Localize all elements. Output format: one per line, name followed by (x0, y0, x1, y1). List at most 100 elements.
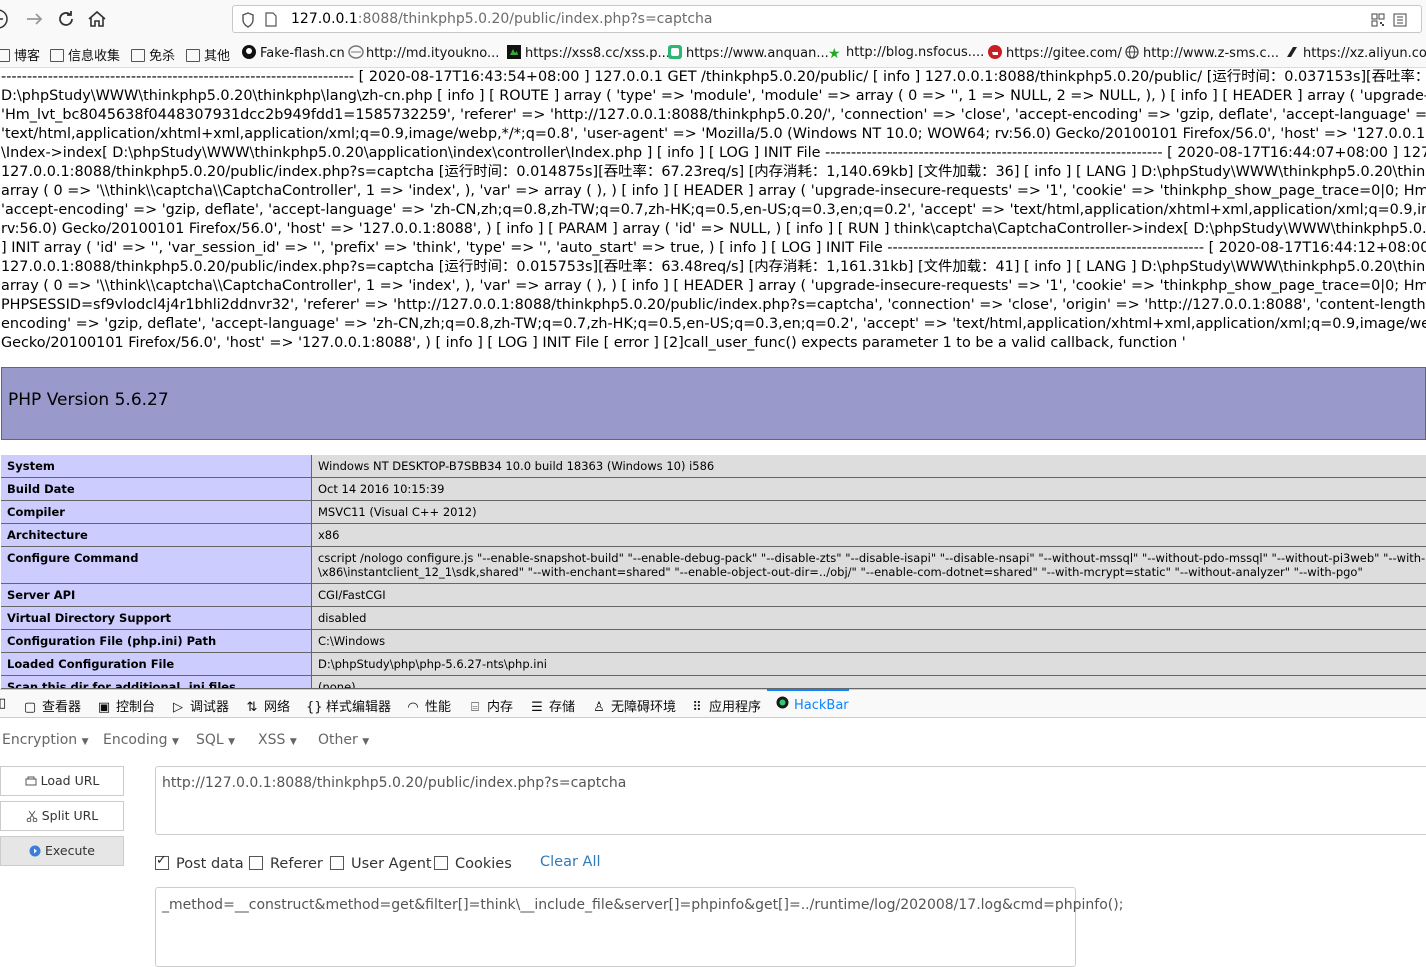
log-line: D:\phpStudy\WWW\thinkphp5.0.20\thinkphp\… (1, 88, 1426, 104)
bookmark-label: https://xss8.cc/xss.p... (525, 46, 670, 61)
log-line: Gecko/20100101 Firefox/56.0', 'host' => … (1, 335, 1186, 351)
application-icon: ⠿ (692, 700, 702, 715)
bookmark-item[interactable]: 信息收集 (50, 45, 120, 64)
back-icon[interactable] (0, 8, 16, 30)
split-url-button[interactable]: Split URL (0, 801, 124, 831)
caret-down-icon: ▼ (171, 737, 179, 747)
user-agent-checkbox[interactable]: User Agent (330, 856, 432, 872)
tab-memory[interactable]: ⌸ 内存 (467, 696, 513, 715)
folder-icon (131, 49, 145, 62)
accessibility-icon: ♙ (593, 700, 605, 715)
row-key: Configuration File (php.ini) Path (1, 630, 312, 652)
php-version-header: PHP Version 5.6.27 (1, 367, 1426, 440)
home-icon[interactable] (86, 8, 108, 30)
tab-storage[interactable]: ☰ 存储 (529, 696, 575, 715)
button-label: Load URL (40, 773, 100, 788)
menu-label: SQL (196, 732, 224, 748)
bookmark-label: Fake-flash.cn (260, 46, 345, 61)
bookmark-label: 信息收集 (68, 49, 121, 64)
active-tab-indicator (767, 689, 849, 691)
row-value: MSVC11 (Visual C++ 2012) (312, 501, 1426, 523)
bookmark-item[interactable]: https://xz.aliyun.co... (1285, 45, 1426, 61)
tab-label: 无障碍环境 (611, 700, 677, 715)
bookmarks-bar: 博客 信息收集 免杀 其他 Fake-flash.cn http://md.it… (0, 38, 1426, 68)
shield-icon[interactable] (241, 12, 255, 32)
row-key: Loaded Configuration File (1, 653, 312, 675)
bookmark-item[interactable]: http://www.z-sms.c... (1125, 45, 1279, 61)
menu-xss[interactable]: XSS ▼ (258, 732, 297, 748)
checkbox[interactable] (249, 856, 263, 870)
tab-label: 存储 (549, 700, 576, 715)
tab-inspector[interactable]: ▢ 查看器 (22, 696, 81, 715)
referer-checkbox[interactable]: Referer (249, 856, 323, 872)
forward-icon[interactable] (24, 8, 46, 30)
reader-view-icon[interactable] (1393, 12, 1407, 31)
gitee-icon (988, 45, 1002, 59)
table-row: Scan this dir for additional .ini files(… (1, 676, 1426, 689)
bookmark-item[interactable]: http://md.ityoukno... (348, 45, 499, 61)
bookmark-label: 其他 (204, 49, 231, 64)
load-url-button[interactable]: Load URL (0, 766, 124, 796)
bookmark-label: 免杀 (149, 49, 176, 64)
tab-network[interactable]: ⇅ 网络 (244, 696, 290, 715)
log-line: 'Hm_lvt_bc8045638f0448307931dcc2b949fdd1… (1, 107, 1426, 123)
tab-accessibility[interactable]: ♙ 无障碍环境 (591, 696, 676, 715)
folder-icon (186, 49, 200, 62)
row-value: cscript /nologo configure.js "--enable-s… (312, 547, 1426, 583)
button-label: Execute (45, 843, 95, 858)
post-data-checkbox[interactable]: Post data (155, 853, 244, 872)
log-output: ----------------------------------------… (0, 68, 1426, 358)
menu-sql[interactable]: SQL ▼ (196, 732, 235, 748)
hackbar-icon (774, 696, 790, 713)
button-label: Split URL (41, 808, 99, 823)
bookmark-label: https://xz.aliyun.co... (1303, 46, 1426, 61)
menu-encryption[interactable]: Encryption ▼ (2, 732, 89, 748)
bookmark-item[interactable]: https://xss8.cc/xss.p... (507, 45, 670, 61)
bookmark-item[interactable]: Fake-flash.cn (242, 45, 345, 61)
tab-debugger[interactable]: ▷ 调试器 (170, 696, 229, 715)
checkbox[interactable] (434, 856, 448, 870)
pick-element-icon[interactable]: ◫ (0, 696, 12, 711)
bookmark-item[interactable]: https://www.anquan... (668, 45, 829, 61)
menu-label: Other (318, 732, 358, 748)
post-data-textarea[interactable]: _method=__construct&method=get&filter[]=… (155, 887, 1123, 967)
row-value: C:\Windows (312, 630, 1426, 652)
bookmark-label: 博客 (14, 49, 41, 64)
url-path: :8088/thinkphp5.0.20/public/index.php?s=… (357, 11, 713, 27)
row-key: Configure Command (1, 547, 312, 583)
checkbox[interactable] (330, 856, 344, 870)
tab-label: 样式编辑器 (326, 700, 392, 715)
page-icon[interactable] (265, 12, 277, 31)
execute-button[interactable]: Execute (0, 836, 124, 866)
star-icon: ★ (828, 46, 841, 62)
url-text[interactable]: 127.0.0.1:8088/thinkphp5.0.20/public/ind… (291, 11, 712, 27)
checkbox-label: Referer (270, 856, 323, 872)
url-textarea[interactable]: http://127.0.0.1:8088/thinkphp5.0.20/pub… (155, 766, 1426, 835)
cookies-checkbox[interactable]: Cookies (434, 856, 512, 872)
reload-icon[interactable] (55, 8, 77, 30)
bookmark-item[interactable]: 其他 (186, 45, 230, 64)
row-value: D:\phpStudy\php\php-5.6.27-nts\php.ini (312, 653, 1426, 675)
checkbox-checked[interactable] (155, 853, 169, 870)
bookmark-item[interactable]: 免杀 (131, 45, 175, 64)
tab-style-editor[interactable]: {} 样式编辑器 (306, 696, 391, 715)
tab-application[interactable]: ⠿ 应用程序 (689, 696, 761, 715)
qr-code-icon[interactable] (1371, 12, 1385, 31)
url-host: 127.0.0.1 (291, 11, 358, 27)
row-key: Build Date (1, 478, 312, 500)
url-bar[interactable]: 127.0.0.1:8088/thinkphp5.0.20/public/ind… (232, 5, 1422, 33)
clear-all-link[interactable]: Clear All (540, 854, 601, 870)
bookmark-item[interactable]: 博客 (0, 45, 40, 64)
tab-performance[interactable]: ◠ 性能 (405, 696, 451, 715)
tab-console[interactable]: ▣ 控制台 (96, 696, 155, 715)
tab-hackbar[interactable]: HackBar (774, 696, 849, 713)
menu-encoding[interactable]: Encoding ▼ (103, 732, 179, 748)
menu-other[interactable]: Other ▼ (318, 732, 369, 748)
bookmark-item[interactable]: ★ http://blog.nsfocus.... (828, 45, 984, 61)
browser-toolbar: 127.0.0.1:8088/thinkphp5.0.20/public/ind… (0, 0, 1426, 38)
checkbox-label: User Agent (351, 856, 432, 872)
row-key: Virtual Directory Support (1, 607, 312, 629)
log-line: 'accept-encoding' => 'gzip, deflate', 'a… (1, 202, 1426, 218)
bookmark-item[interactable]: https://gitee.com/ (988, 45, 1122, 61)
tab-label: 性能 (425, 700, 452, 715)
